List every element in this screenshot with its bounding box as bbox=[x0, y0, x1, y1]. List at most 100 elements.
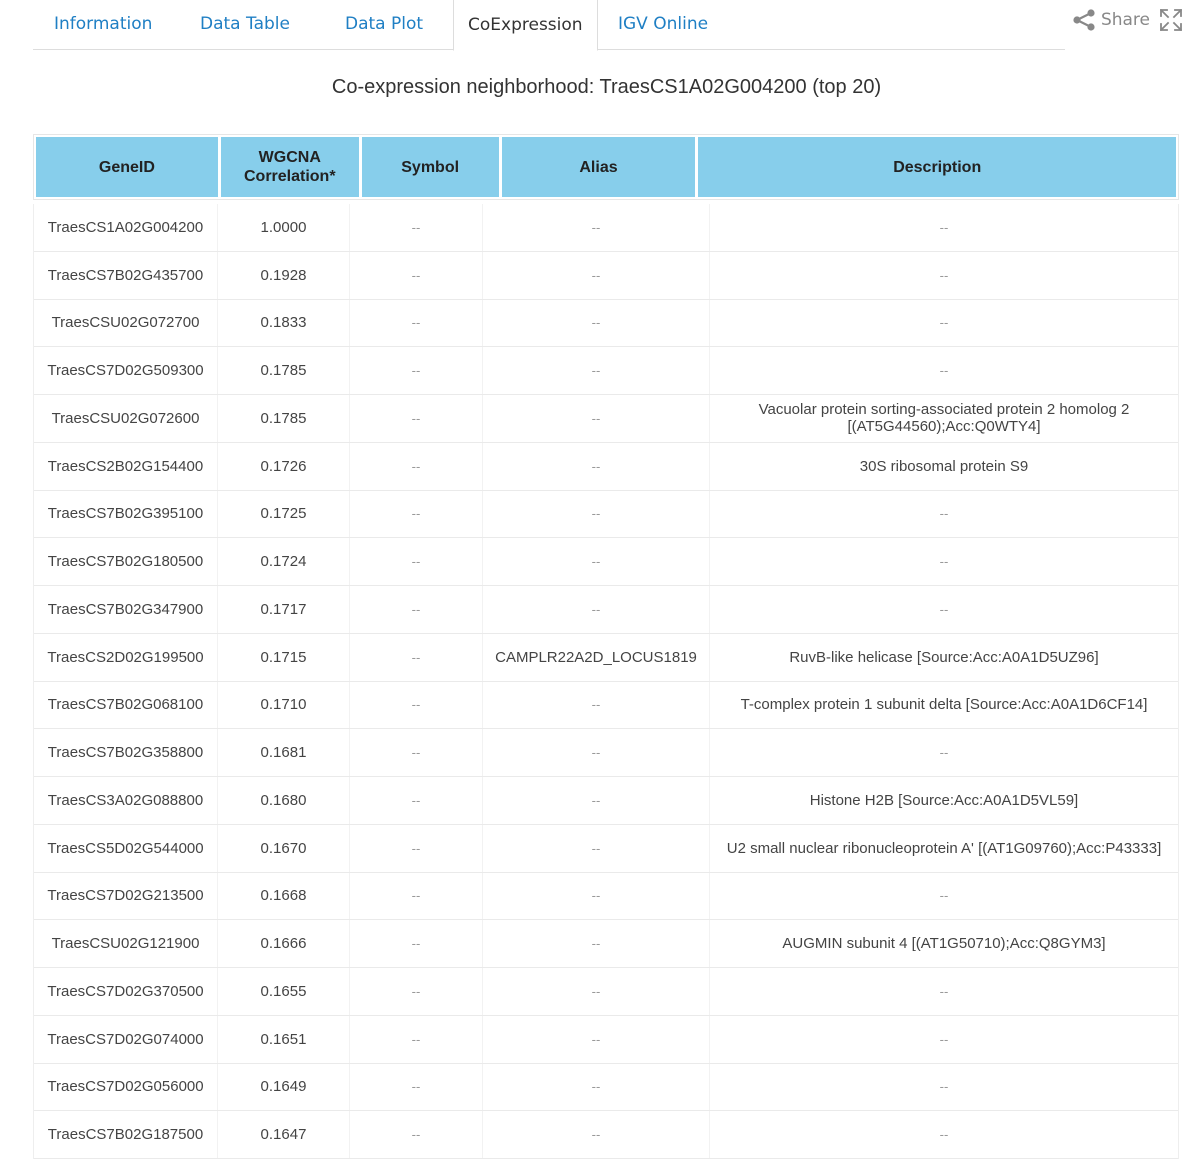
cell-description: -- bbox=[939, 745, 949, 761]
cell-gene-id[interactable]: TraesCS7D02G213500 bbox=[34, 872, 218, 920]
cell-gene-id[interactable]: TraesCS7B02G395100 bbox=[34, 490, 218, 538]
cell-gene-id[interactable]: TraesCS5D02G544000 bbox=[34, 824, 218, 872]
cell-correlation: 0.1681 bbox=[218, 729, 350, 776]
cell-gene-id[interactable]: TraesCS7B02G358800 bbox=[34, 729, 218, 776]
cell-symbol: -- bbox=[350, 777, 483, 824]
header-gene-id[interactable]: GeneID bbox=[36, 137, 218, 197]
table-row: TraesCS7B02G180500 0.1724 -- -- -- bbox=[34, 538, 1178, 586]
header-alias[interactable]: Alias bbox=[501, 137, 696, 197]
cell-correlation: 1.0000 bbox=[218, 204, 350, 251]
cell-correlation: 0.1785 bbox=[218, 347, 350, 394]
cell-symbol: -- bbox=[350, 204, 483, 251]
cell-correlation: 0.1680 bbox=[218, 777, 350, 824]
cell-alias: -- bbox=[483, 586, 710, 633]
table-row: TraesCS2D02G199500 0.1715 -- CAMPLR22A2D_LO… bbox=[34, 633, 1178, 682]
toolbar: Share bbox=[1072, 6, 1182, 34]
cell-alias: -- bbox=[483, 920, 710, 967]
cell-correlation: 0.1710 bbox=[218, 681, 350, 729]
table-row: TraesCS2B02G154400 0.1726 -- -- 30S ribosoma… bbox=[34, 442, 1178, 491]
cell-alias: -- bbox=[483, 872, 710, 920]
table-row: TraesCS3A02G088800 0.1680 -- -- Histone H2B … bbox=[34, 777, 1178, 825]
cell-symbol: -- bbox=[350, 968, 483, 1015]
cell-gene-id[interactable]: TraesCS7B02G068100 bbox=[34, 681, 218, 729]
cell-gene-id[interactable]: TraesCSU02G072600 bbox=[34, 395, 218, 442]
cell-correlation: 0.1651 bbox=[218, 1015, 350, 1063]
fullscreen-button[interactable] bbox=[1160, 9, 1182, 31]
cell-alias: -- bbox=[483, 729, 710, 776]
cell-gene-id[interactable]: TraesCS7B02G347900 bbox=[34, 586, 218, 633]
cell-correlation: 0.1928 bbox=[218, 251, 350, 299]
share-icon bbox=[1073, 9, 1095, 31]
cell-gene-id[interactable]: TraesCS7B02G435700 bbox=[34, 251, 218, 299]
cell-description: -- bbox=[939, 554, 949, 570]
table-header: GeneID WGCNA Correlation* Symbol Alias D… bbox=[33, 134, 1179, 200]
cell-symbol: -- bbox=[350, 395, 483, 442]
cell-description: -- bbox=[939, 363, 949, 379]
tab-information[interactable]: Information bbox=[54, 0, 152, 50]
cell-gene-id[interactable]: TraesCSU02G121900 bbox=[34, 920, 218, 967]
cell-description: -- bbox=[939, 601, 949, 617]
cell-symbol: -- bbox=[350, 538, 483, 585]
cell-description: Histone H2B [Source:Acc:A0A1D5VL59] bbox=[809, 791, 1079, 809]
cell-alias: -- bbox=[483, 347, 710, 394]
table-row: TraesCS7D02G074000 0.1651 -- -- -- bbox=[34, 1015, 1178, 1064]
tab-igv-online[interactable]: IGV Online bbox=[618, 0, 708, 50]
header-symbol[interactable]: Symbol bbox=[361, 137, 499, 197]
cell-gene-id[interactable]: TraesCS7D02G074000 bbox=[34, 1015, 218, 1063]
cell-alias: -- bbox=[483, 777, 710, 824]
table-body: TraesCS1A02G004200 1.0000 -- -- -- TraesCS7B0… bbox=[33, 204, 1179, 1159]
cell-description: U2 small nuclear ribonucleoprotein A' [(… bbox=[726, 839, 1162, 857]
cell-gene-id[interactable]: TraesCS2D02G199500 bbox=[34, 633, 218, 681]
cell-gene-id[interactable]: TraesCS7D02G370500 bbox=[34, 968, 218, 1015]
tab-data-plot[interactable]: Data Plot bbox=[345, 0, 423, 50]
cell-gene-id[interactable]: TraesCS1A02G004200 bbox=[34, 204, 218, 251]
cell-gene-id[interactable]: TraesCS7B02G180500 bbox=[34, 538, 218, 585]
cell-description: -- bbox=[939, 267, 949, 283]
tab-coexpression[interactable]: CoExpression bbox=[453, 0, 598, 51]
table-row: TraesCS5D02G544000 0.1670 -- -- U2 small nuc… bbox=[34, 824, 1178, 873]
cell-description: -- bbox=[939, 1031, 949, 1047]
cell-alias: -- bbox=[483, 490, 710, 538]
cell-description: RuvB-like helicase [Source:Acc:A0A1D5UZ9… bbox=[789, 648, 1099, 666]
cell-symbol: -- bbox=[350, 681, 483, 729]
page-title: Co-expression neighborhood: TraesCS1A02G… bbox=[331, 76, 882, 98]
cell-alias: -- bbox=[483, 681, 710, 729]
cell-gene-id[interactable]: TraesCSU02G072700 bbox=[34, 299, 218, 347]
cell-description: -- bbox=[939, 888, 949, 904]
cell-description: -- bbox=[939, 506, 949, 522]
cell-correlation: 0.1715 bbox=[218, 633, 350, 681]
coexpression-table: GeneID WGCNA Correlation* Symbol Alias D… bbox=[33, 134, 1179, 1159]
cell-gene-id[interactable]: TraesCS3A02G088800 bbox=[34, 777, 218, 824]
cell-correlation: 0.1670 bbox=[218, 824, 350, 872]
cell-alias: CAMPLR22A2D_LOCUS1819 bbox=[483, 633, 710, 681]
cell-description: -- bbox=[939, 1079, 949, 1095]
cell-symbol: -- bbox=[350, 251, 483, 299]
cell-alias: -- bbox=[483, 538, 710, 585]
cell-correlation: 0.1649 bbox=[218, 1063, 350, 1111]
cell-alias: -- bbox=[483, 251, 710, 299]
tab-data-table[interactable]: Data Table bbox=[200, 0, 290, 50]
table-row: TraesCS1A02G004200 1.0000 -- -- -- bbox=[34, 204, 1178, 252]
cell-description: T-complex protein 1 subunit delta [Sourc… bbox=[740, 696, 1148, 714]
cell-description: -- bbox=[939, 219, 949, 235]
cell-symbol: -- bbox=[350, 729, 483, 776]
cell-symbol: -- bbox=[350, 299, 483, 347]
cell-gene-id[interactable]: TraesCS7D02G509300 bbox=[34, 347, 218, 394]
cell-gene-id[interactable]: TraesCS7D02G056000 bbox=[34, 1063, 218, 1111]
cell-correlation: 0.1717 bbox=[218, 586, 350, 633]
table-row: TraesCS7D02G056000 0.1649 -- -- -- bbox=[34, 1063, 1178, 1112]
header-description[interactable]: Description bbox=[698, 137, 1176, 197]
cell-symbol: -- bbox=[350, 490, 483, 538]
cell-symbol: -- bbox=[350, 1015, 483, 1063]
table-row: TraesCS7B02G435700 0.1928 -- -- -- bbox=[34, 251, 1178, 300]
cell-correlation: 0.1726 bbox=[218, 442, 350, 490]
cell-description: 30S ribosomal protein S9 bbox=[859, 457, 1029, 475]
cell-alias: -- bbox=[483, 1063, 710, 1111]
cell-correlation: 0.1833 bbox=[218, 299, 350, 347]
cell-gene-id[interactable]: TraesCS2B02G154400 bbox=[34, 442, 218, 490]
cell-correlation: 0.1725 bbox=[218, 490, 350, 538]
cell-alias: -- bbox=[483, 1015, 710, 1063]
header-correlation[interactable]: WGCNA Correlation* bbox=[220, 137, 359, 197]
share-button[interactable]: Share bbox=[1072, 9, 1150, 31]
cell-correlation: 0.1724 bbox=[218, 538, 350, 585]
